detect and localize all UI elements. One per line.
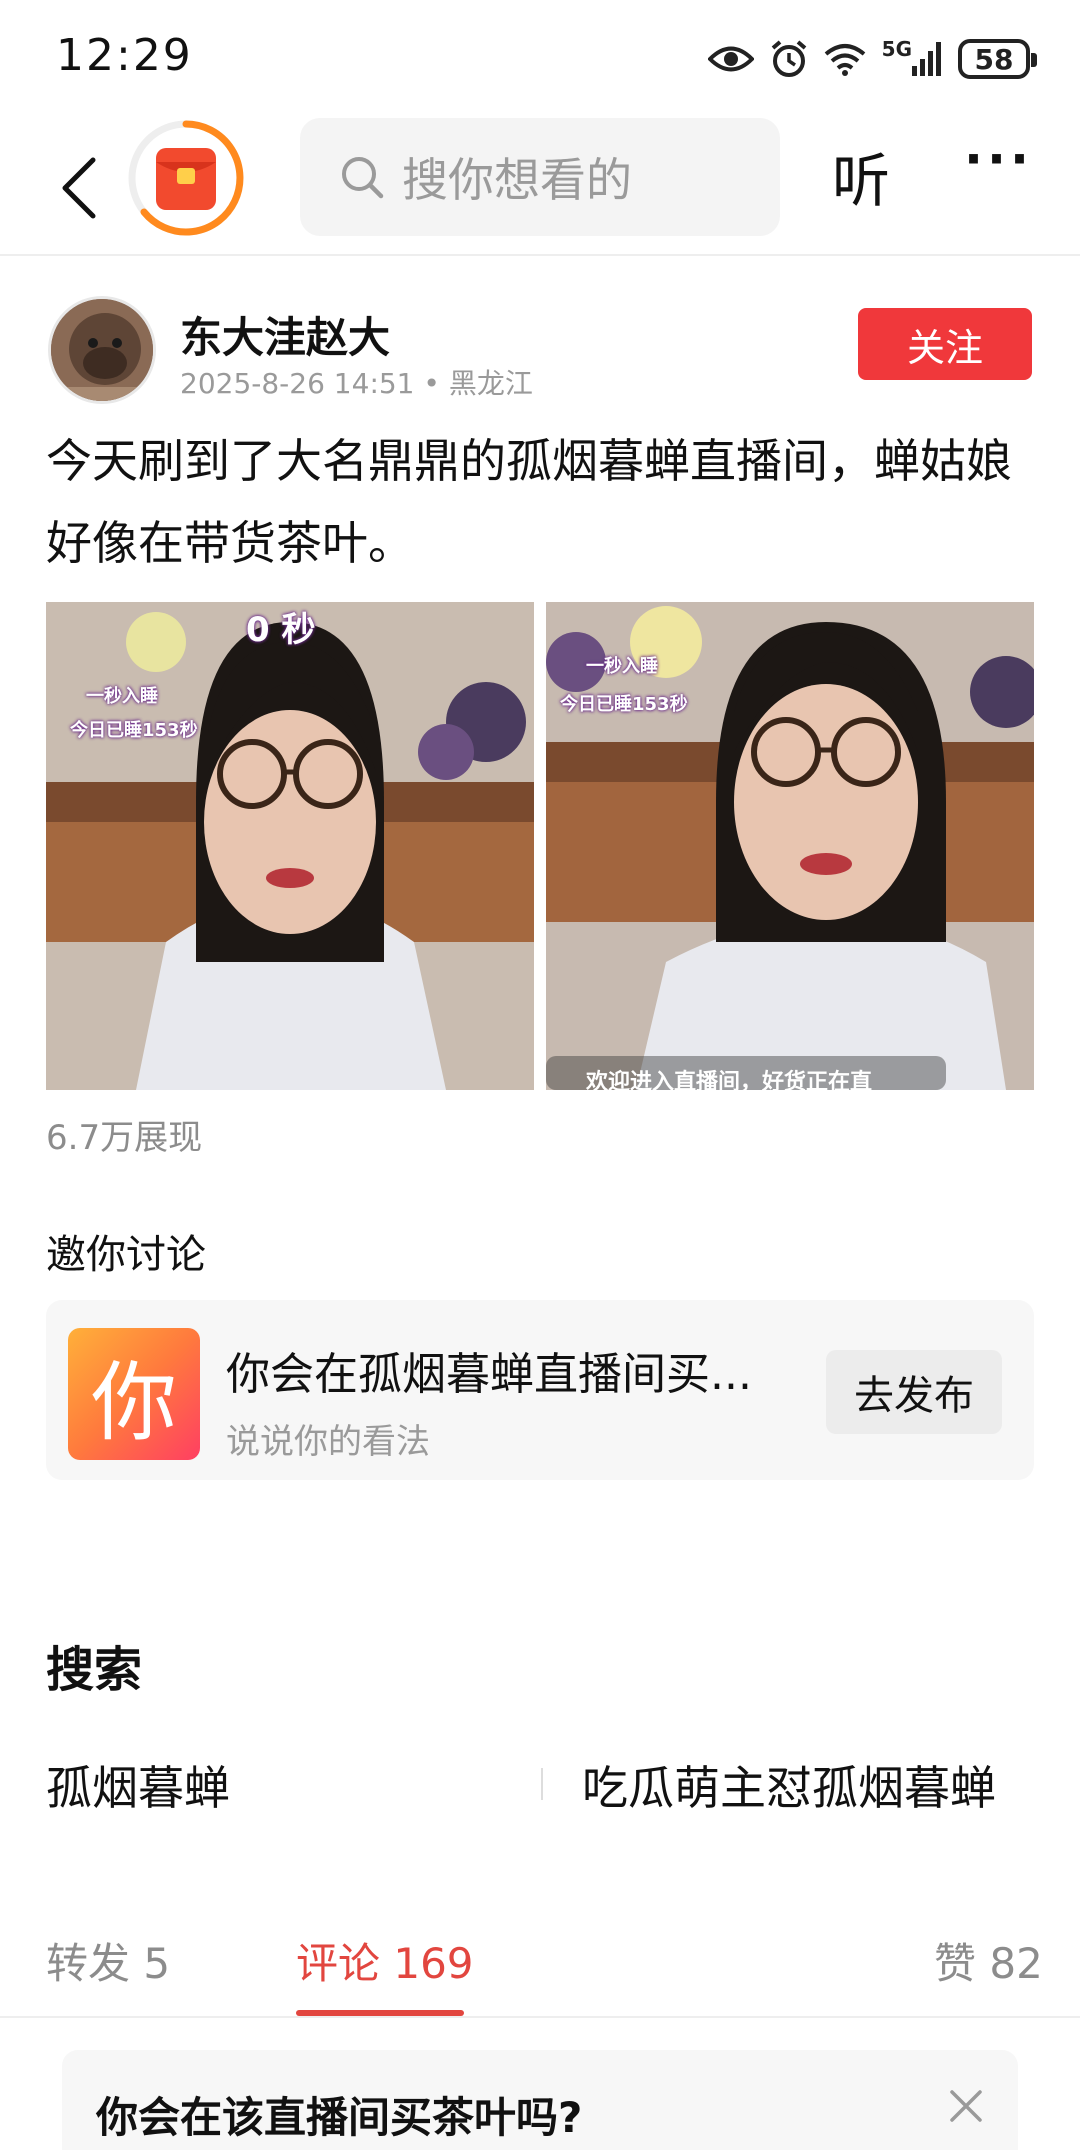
nav-divider xyxy=(0,254,1080,256)
red-packet-icon xyxy=(128,120,244,236)
discussion-badge-text: 你 xyxy=(91,1352,177,1453)
image-overlay-welcome: 欢迎进入直播间，好货正在直 xyxy=(586,1070,873,1090)
image-overlay-timer: 0 秒 xyxy=(246,610,316,650)
image-overlay-line2: 今日已睡153秒 xyxy=(70,720,198,741)
post-date: 2025-8-26 14:51 xyxy=(180,367,415,400)
eye-icon xyxy=(707,44,754,74)
avatar[interactable] xyxy=(48,296,156,404)
status-icons: 5G 58 xyxy=(707,36,1037,82)
signal-icon: 5G xyxy=(882,37,942,76)
search-term[interactable]: 吃瓜萌主怼孤烟暮蝉 xyxy=(582,1752,996,1818)
close-icon[interactable] xyxy=(946,2086,986,2126)
discussion-card[interactable]: 你 你会在孤烟暮蝉直播间买... 说说你的看法 去发布 xyxy=(46,1300,1034,1480)
post-image[interactable]: 0 秒 一秒入睡 今日已睡153秒 xyxy=(46,602,534,1090)
tab-like[interactable]: 赞 82 xyxy=(934,1930,1043,1991)
view-count: 6.7万展现 xyxy=(46,1118,203,1158)
poll-card[interactable]: 你会在该直播间买茶叶吗? xyxy=(62,2050,1018,2150)
poll-question: 你会在该直播间买茶叶吗? xyxy=(96,2093,583,2142)
search-section-heading: 搜索 xyxy=(46,1642,143,1698)
top-navigation: 搜你想看的 听 ··· xyxy=(0,118,1080,258)
back-button[interactable] xyxy=(44,138,114,238)
alarm-icon xyxy=(770,39,808,79)
tab-repost[interactable]: 转发 5 xyxy=(46,1930,170,1991)
discussion-subtitle: 说说你的看法 xyxy=(226,1422,430,1462)
post-text: 今天刷到了大名鼎鼎的孤烟暮蝉直播间，蝉姑娘好像在带货茶叶。 xyxy=(46,434,1012,570)
status-time: 12:29 xyxy=(56,30,193,81)
image-overlay-line1: 一秒入睡 xyxy=(86,686,158,707)
meta-separator: • xyxy=(423,367,440,400)
network-label: 5G xyxy=(881,37,912,61)
status-bar: 12:29 5G 58 xyxy=(0,0,1080,118)
search-icon xyxy=(342,157,384,199)
red-packet-button[interactable] xyxy=(126,118,246,238)
post-location: 黑龙江 xyxy=(448,367,533,400)
more-options-button[interactable]: ··· xyxy=(964,130,1033,188)
wifi-icon xyxy=(824,42,866,76)
image-overlay-line1: 一秒入睡 xyxy=(586,656,658,677)
discussion-question: 你会在孤烟暮蝉直播间买... xyxy=(226,1349,752,1400)
image-overlay-line2: 今日已睡153秒 xyxy=(560,694,688,715)
search-term-divider xyxy=(541,1768,543,1800)
invite-discussion-title: 邀你讨论 xyxy=(46,1232,206,1278)
battery-level: 58 xyxy=(974,42,1014,76)
post-image[interactable]: 一秒入睡 今日已睡153秒 欢迎进入直播间，好货正在直 xyxy=(546,602,1034,1090)
author-name[interactable]: 东大洼赵大 xyxy=(180,304,390,365)
search-placeholder: 搜你想看的 xyxy=(402,153,632,207)
listen-button[interactable]: 听 xyxy=(832,134,890,218)
search-term[interactable]: 孤烟暮蝉 xyxy=(46,1752,230,1818)
battery-icon: 58 xyxy=(958,39,1037,79)
follow-button[interactable]: 关注 xyxy=(858,308,1032,380)
tab-divider xyxy=(0,2016,1080,2018)
chevron-left-icon xyxy=(62,157,96,219)
tab-comment[interactable]: 评论 169 xyxy=(296,1930,474,1991)
search-input[interactable]: 搜你想看的 xyxy=(300,118,780,236)
discussion-badge-icon: 你 xyxy=(68,1328,200,1460)
publish-button[interactable]: 去发布 xyxy=(826,1350,1002,1434)
post-meta: 2025-8-26 14:51 • 黑龙江 xyxy=(180,362,533,402)
